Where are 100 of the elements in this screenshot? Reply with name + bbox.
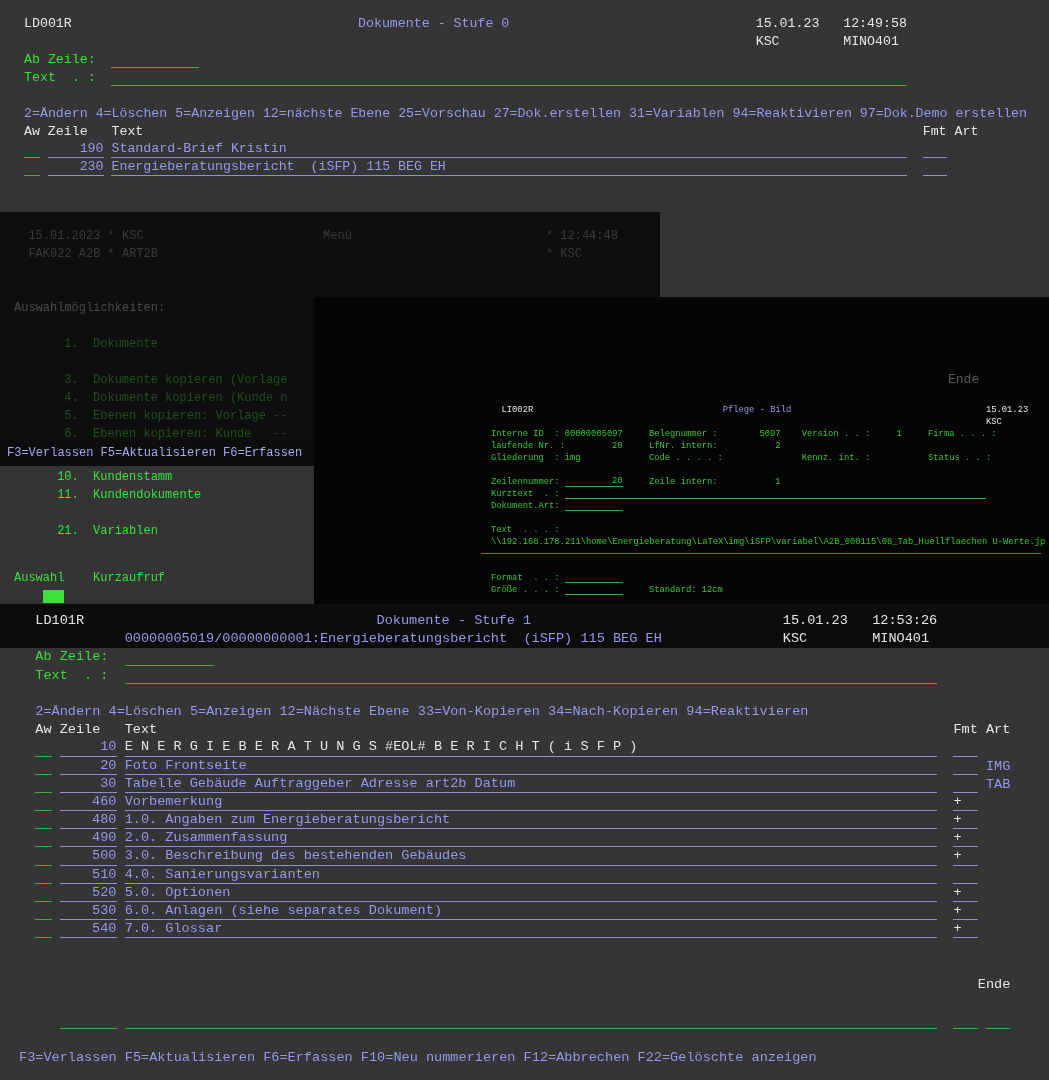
format-field[interactable]: +	[953, 884, 978, 902]
field-label: Standard: 12cm	[648, 584, 723, 596]
input-field[interactable]: 20	[564, 476, 623, 487]
field-label: Ab Zeile:	[24, 51, 97, 69]
screen-title: Dokumente - Stufe 1	[376, 612, 533, 630]
text-field[interactable]: Standard-Brief Kristin	[111, 141, 907, 158]
field-label: Dokument.Art:	[491, 500, 561, 512]
value-text: 20	[611, 440, 623, 452]
text-field[interactable]: 5.0. Optionen	[124, 884, 938, 902]
user-text: KSC	[755, 33, 781, 51]
column-header: Art	[985, 721, 1012, 740]
value-text: 1	[895, 428, 902, 440]
text-field[interactable]: 3.0. Beschreibung des bestehenden Gebäudes	[124, 848, 938, 866]
text-field[interactable]: E N E R G I E B E R A T U N G S #EOL# B E R I C H T ( i S F P )	[124, 739, 938, 757]
field-label: Auswahl	[14, 570, 66, 587]
field-label: Text . :	[35, 666, 110, 685]
text-field[interactable]: 1.0. Angaben zum Energieberatungsbericht	[124, 812, 938, 830]
type-text: IMG	[985, 757, 1012, 776]
field-label: Version . . :	[801, 428, 872, 440]
value-text: 2	[774, 440, 781, 452]
screen-title: Pflege - Bild	[722, 404, 793, 416]
menu-item[interactable]: Variablen	[93, 522, 309, 540]
program-name: LD001R	[24, 15, 73, 33]
screen-title: Dokumente - Stufe 0	[358, 15, 511, 33]
user-text: KSC	[985, 416, 1003, 428]
format-field[interactable]: +	[953, 812, 978, 830]
line-number-field[interactable]: 480	[59, 812, 117, 830]
text-field[interactable]: 6.0. Anlagen (siehe separates Dokument)	[124, 903, 938, 921]
field-label: Text . :	[24, 69, 97, 87]
line-number-field[interactable]: 20	[59, 757, 117, 775]
date-text: 15.01.23	[782, 612, 849, 630]
field-label: LfNr. intern:	[648, 440, 719, 452]
line-number-field[interactable]: 520	[59, 884, 117, 902]
text-field[interactable]: 4.0. Sanierungsvarianten	[124, 866, 938, 884]
format-field[interactable]: +	[953, 903, 978, 921]
type-text: TAB	[985, 775, 1012, 794]
field-label: Kurzaufruf	[93, 570, 167, 587]
format-field[interactable]: +	[953, 921, 978, 939]
menu-number: 3.	[63, 372, 79, 389]
text-field[interactable]: 7.0. Glossar	[124, 921, 938, 939]
line-number-field[interactable]: 30	[59, 775, 117, 793]
column-header: Art	[954, 123, 980, 141]
text-field[interactable]: Foto Frontseite	[124, 757, 938, 775]
menu-number: 11.	[57, 487, 79, 504]
value-text: 00000005097	[564, 428, 623, 440]
function-keys: F3=Verlassen F5=Aktualisieren F6=Erfassen F10=Neu nummerieren F12=Abbrechen F22=Gelöschte anzeigen	[19, 1048, 913, 1067]
line-number-field[interactable]: 530	[59, 903, 117, 921]
line-number-field[interactable]: 190	[47, 141, 104, 158]
line-number-field[interactable]: 490	[59, 830, 117, 848]
line-number-field[interactable]: 510	[59, 866, 117, 884]
date-text: 15.01.23	[985, 404, 1030, 416]
menu-number: 1.	[63, 336, 79, 353]
field-label: Belegnummer :	[648, 428, 719, 440]
program-name: LD101R	[35, 612, 86, 630]
program-name: LI002R	[501, 404, 535, 416]
line-number-field[interactable]: 500	[59, 848, 117, 866]
menu-number: 4.	[63, 390, 79, 407]
field-label: Zeile intern:	[648, 476, 719, 488]
date-text: 15.01.23	[755, 15, 821, 33]
text-field[interactable]: Vorbemerkung	[124, 793, 938, 812]
value-text: 1	[774, 476, 781, 488]
option-legend: 2=Ändern 4=Löschen 5=Anzeigen 12=Nächste Ebene 33=Von-Kopieren 34=Nach-Kopieren 94=Reaktivieren	[35, 702, 1049, 722]
field-label: Kurztext . :	[491, 488, 561, 500]
format-field[interactable]: +	[953, 830, 978, 848]
field-label: Kennz. int. :	[801, 452, 872, 464]
column-header: Zeile	[59, 721, 101, 740]
option-legend: 2=Ändern 4=Löschen 5=Anzeigen 12=nächste Ebene 25=Vorschau 27=Dok.erstellen 31=Variablen 94=Reaktivieren 97=Dok.Demo erstellen	[24, 105, 1049, 123]
field-label: Ab Zeile:	[35, 648, 110, 667]
end-label: Ende	[948, 374, 980, 386]
end-label: Ende	[977, 975, 1012, 994]
format-field[interactable]: +	[953, 848, 978, 866]
text-cursor[interactable]	[42, 589, 65, 603]
line-number-field[interactable]: 10	[59, 739, 117, 757]
menu-number: 5.	[63, 408, 79, 425]
text-field[interactable]: 2.0. Zusammenfassung	[124, 830, 938, 848]
field-label: Interne ID :	[491, 428, 561, 440]
line-number-field[interactable]: 230	[47, 159, 104, 176]
field-label: Text . . . :	[491, 524, 561, 536]
field-label: laufende Nr. :	[491, 440, 565, 452]
field-label: Größe . . . :	[491, 584, 561, 596]
line-number-field[interactable]: 460	[59, 793, 117, 812]
value-text: img	[564, 452, 582, 464]
time-text: 12:53:26	[872, 612, 939, 630]
field-label: Format . . :	[491, 572, 561, 584]
menu-item[interactable]: Kundenstamm	[93, 468, 309, 486]
text-field[interactable]: Tabelle Gebäude Auftraggeber Adresse art2b Datum	[124, 775, 938, 793]
field-label: Zeilennummer:	[491, 476, 561, 488]
column-header: Text	[124, 721, 159, 740]
format-field[interactable]: +	[953, 793, 978, 812]
time-text: 12:49:58	[843, 15, 908, 33]
line-number-field[interactable]: 540	[59, 921, 117, 939]
device-text: MINO401	[843, 33, 900, 51]
user-text: KSC	[782, 630, 809, 649]
column-header: Text	[111, 123, 145, 141]
column-header: Zeile	[47, 123, 88, 141]
field-label: Firma . . . :	[928, 428, 998, 440]
field-label: Status . . :	[928, 452, 993, 464]
text-field[interactable]: Energieberatungsbericht (iSFP) 115 BEG EH	[111, 159, 907, 176]
menu-number: 6.	[63, 426, 79, 443]
menu-item[interactable]: Kundendokumente	[93, 486, 309, 504]
